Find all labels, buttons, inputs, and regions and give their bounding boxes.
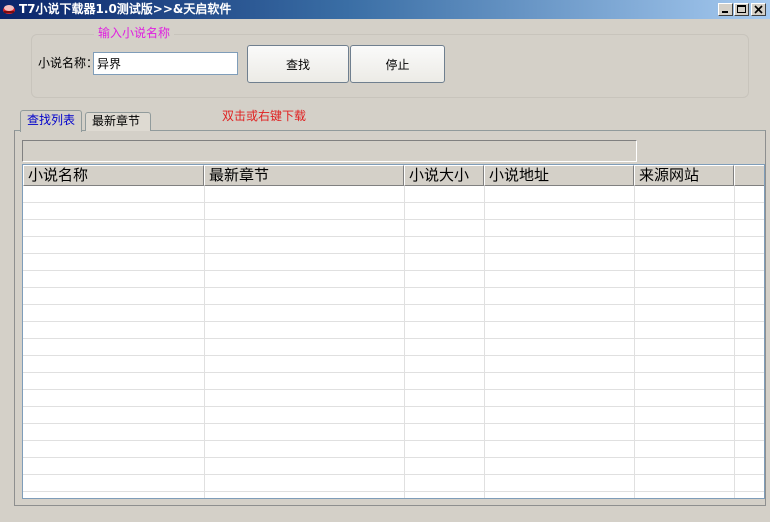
column-divider <box>634 186 635 498</box>
column-header-latest-chapter[interactable]: 最新章节 <box>204 165 404 186</box>
stop-button[interactable]: 停止 <box>350 45 445 83</box>
column-divider <box>204 186 205 498</box>
minimize-button[interactable] <box>718 3 733 16</box>
column-divider <box>734 186 735 498</box>
column-header-source-site[interactable]: 来源网站 <box>634 165 734 186</box>
maximize-button[interactable] <box>734 3 749 16</box>
column-divider <box>404 186 405 498</box>
novel-name-input[interactable] <box>93 52 238 75</box>
tab-latest-chapters[interactable]: 最新章节 <box>85 112 151 131</box>
column-divider <box>484 186 485 498</box>
column-header-novel-url[interactable]: 小说地址 <box>484 165 634 186</box>
app-icon <box>2 2 16 16</box>
search-group-title: 输入小说名称 <box>94 26 175 40</box>
novel-name-label: 小说名称： <box>38 56 99 70</box>
table-header: 小说名称 最新章节 小说大小 小说地址 来源网站 <box>23 165 764 186</box>
window-title: T7小说下载器1.0测试版>>&天启软件 <box>19 2 232 16</box>
column-header-novel-name[interactable]: 小说名称 <box>23 165 204 186</box>
status-box <box>22 140 637 162</box>
find-button[interactable]: 查找 <box>247 45 349 83</box>
results-table[interactable]: 小说名称 最新章节 小说大小 小说地址 来源网站 <box>22 164 765 499</box>
column-header-filler <box>734 165 764 186</box>
close-button[interactable] <box>751 3 766 16</box>
tab-search-list[interactable]: 查找列表 <box>20 110 82 132</box>
download-hint: 双击或右键下载 <box>222 109 307 123</box>
table-body[interactable] <box>23 186 764 498</box>
title-bar[interactable]: T7小说下载器1.0测试版>>&天启软件 <box>0 0 770 19</box>
column-header-novel-size[interactable]: 小说大小 <box>404 165 484 186</box>
